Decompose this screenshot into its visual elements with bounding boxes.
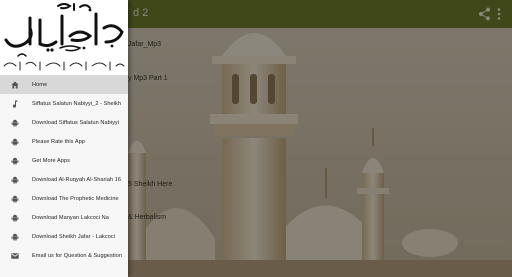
drawer-item-email-us[interactable]: Email us for Question & Suggestion	[0, 246, 128, 265]
drawer-item-label: Download Sheikh Jafar - Lakcoci	[32, 233, 116, 240]
drawer-item-label: Home	[32, 81, 48, 88]
drawer-item-label: Please Rate this App	[32, 138, 85, 145]
music-note-icon	[11, 100, 19, 108]
drawer-item-siffatus-salatun-nabiyyi-2[interactable]: Siffatus Salatun Nabiyyi_2 - Sheikh	[0, 94, 128, 113]
drawer-item-label: Email us for Question & Suggestion	[32, 252, 123, 259]
drawer-item-download-siffatus[interactable]: Download Siffatus Salatun Nabiyyi	[0, 113, 128, 132]
email-icon	[11, 252, 19, 260]
drawer-item-download-al-ruqyah[interactable]: Download Al-Ruqyah Al-Shariah 16	[0, 170, 128, 189]
drawer-item-label: Get More Apps	[32, 157, 70, 164]
drawer-item-label: Download Siffatus Salatun Nabiyyi	[32, 119, 120, 126]
drawer-item-get-more-apps[interactable]: Get More Apps	[0, 151, 128, 170]
drawer-item-download-sheikh-jafar[interactable]: Download Sheikh Jafar - Lakcoci	[0, 227, 128, 246]
home-icon	[11, 81, 19, 89]
navigation-drawer: Home Siffatus Salatun Nabiyyi_2 - Sheikh…	[0, 0, 128, 277]
android-icon	[11, 214, 19, 222]
drawer-item-label: Siffatus Salatun Nabiyyi_2 - Sheikh	[32, 100, 122, 107]
drawer-item-home[interactable]: Home	[0, 75, 128, 94]
android-icon	[11, 119, 19, 127]
salat-un-nabi-calligraphy-logo	[3, 3, 125, 71]
android-icon	[11, 233, 19, 241]
drawer-item-download-prophetic-medicine[interactable]: Download The Prophetic Medicine	[0, 189, 128, 208]
android-icon	[11, 195, 19, 203]
drawer-item-rate-app[interactable]: Please Rate this App	[0, 132, 128, 151]
drawer-menu: Home Siffatus Salatun Nabiyyi_2 - Sheikh…	[0, 75, 128, 265]
drawer-item-label: Download Manyan Lakcoci Na	[32, 214, 109, 221]
android-icon	[11, 157, 19, 165]
drawer-item-download-manyan-lakcoci[interactable]: Download Manyan Lakcoci Na	[0, 208, 128, 227]
drawer-header	[0, 0, 128, 75]
android-icon	[11, 138, 19, 146]
drawer-item-label: Download The Prophetic Medicine	[32, 195, 119, 202]
drawer-item-label: Download Al-Ruqyah Al-Shariah 16	[32, 176, 121, 183]
android-icon	[11, 176, 19, 184]
